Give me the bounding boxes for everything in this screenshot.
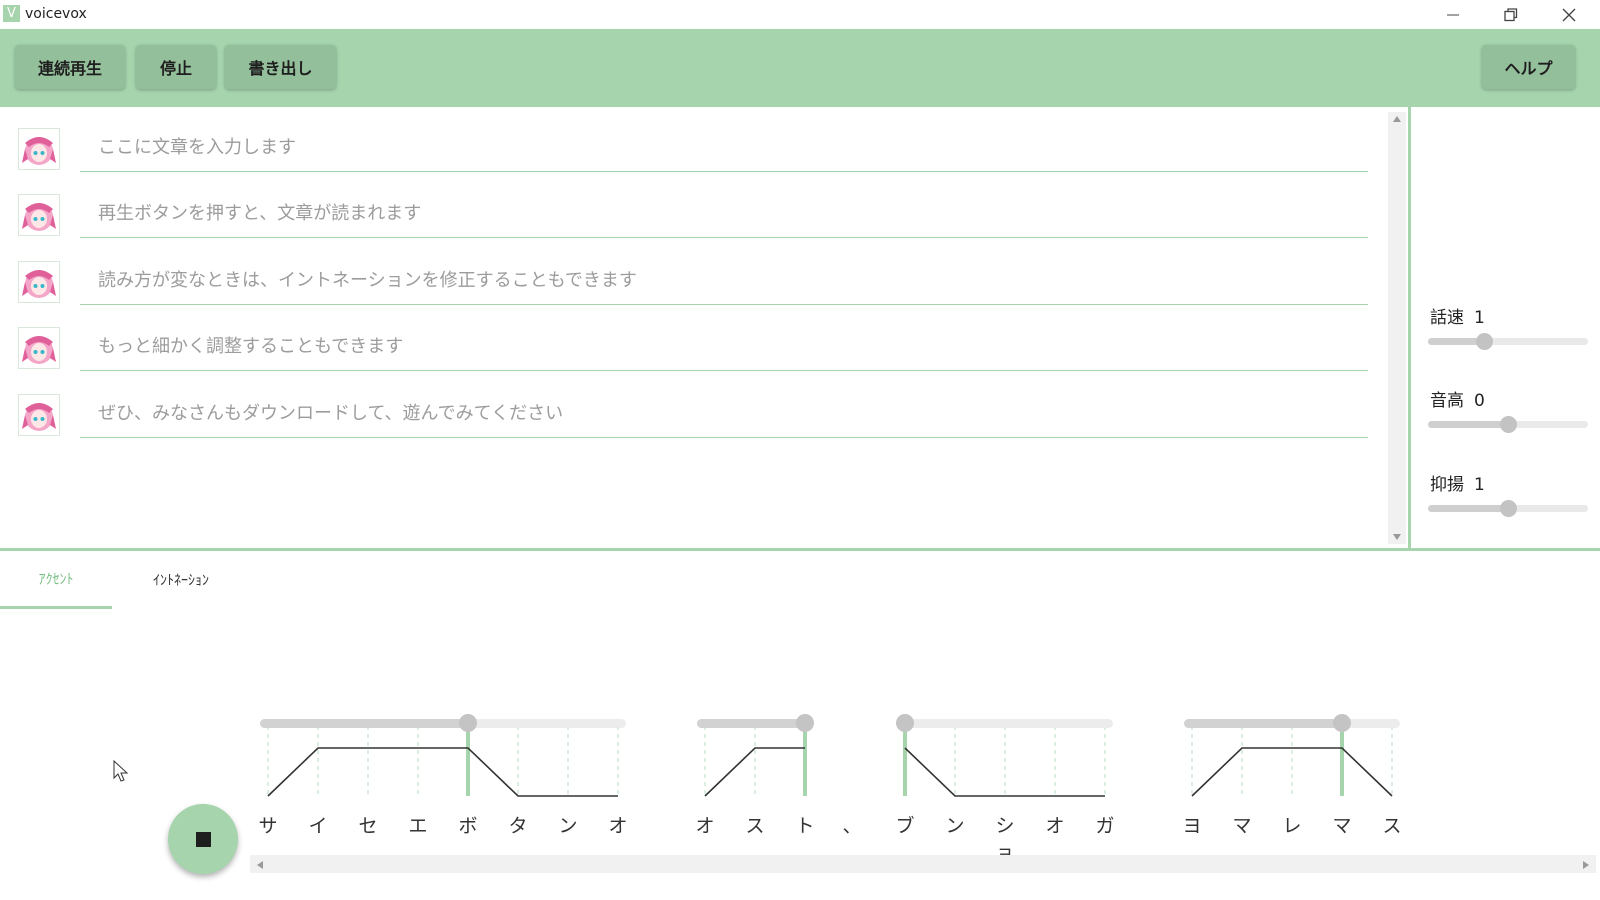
mora-label[interactable]: ン xyxy=(940,811,970,838)
accent-slider[interactable] xyxy=(897,719,1113,728)
title-bar: V voicevox xyxy=(0,0,1600,29)
slider-thumb[interactable] xyxy=(1500,500,1517,517)
character-avatar[interactable] xyxy=(18,394,60,436)
text-input[interactable] xyxy=(80,257,1368,305)
arrow-left-icon[interactable] xyxy=(256,860,264,870)
tab-intonation[interactable]: ｲﾝﾄﾈｰｼｮﾝ xyxy=(126,551,236,609)
pitch-slider[interactable] xyxy=(1428,416,1588,433)
accent-slider-thumb[interactable] xyxy=(896,714,914,732)
character-avatar[interactable] xyxy=(18,194,60,236)
mora-label[interactable]: ン xyxy=(553,811,583,838)
accent-pitch-line xyxy=(267,747,618,797)
intonation-label: 抑揚 1 xyxy=(1430,475,1485,495)
mora-label[interactable]: オ xyxy=(690,811,720,838)
text-input[interactable] xyxy=(80,124,1368,172)
accent-slider-fill xyxy=(260,719,468,728)
horizontal-scrollbar[interactable] xyxy=(250,855,1596,873)
mora-label[interactable]: ト xyxy=(790,811,820,838)
vertical-scrollbar[interactable] xyxy=(1388,112,1406,544)
accent-slider-fill xyxy=(1184,719,1342,728)
mora-label[interactable]: ガ xyxy=(1090,811,1120,838)
mora-label[interactable]: サ xyxy=(253,811,283,838)
accent-pitch-line xyxy=(904,747,1105,797)
mora-label[interactable]: ブ xyxy=(890,811,920,838)
text-input[interactable] xyxy=(80,390,1368,438)
accent-slider-thumb[interactable] xyxy=(1333,714,1351,732)
intonation-slider[interactable] xyxy=(1428,500,1588,517)
arrow-right-icon[interactable] xyxy=(1582,860,1590,870)
minimize-icon xyxy=(1447,14,1459,15)
mora-label[interactable]: エ xyxy=(403,811,433,838)
arrow-down-icon[interactable] xyxy=(1392,533,1402,541)
export-button[interactable]: 書き出し xyxy=(225,45,336,89)
app-icon: V xyxy=(3,5,20,22)
arrow-up-icon[interactable] xyxy=(1392,115,1402,123)
mora-label[interactable]: ボ xyxy=(453,811,483,838)
minimize-button[interactable] xyxy=(1430,0,1476,29)
slider-thumb[interactable] xyxy=(1476,333,1493,350)
text-input[interactable] xyxy=(80,323,1368,371)
text-row xyxy=(0,257,1380,317)
accent-slider-thumb[interactable] xyxy=(459,714,477,732)
tab-accent[interactable]: ｱｸｾﾝﾄ xyxy=(0,551,112,609)
parameter-panel: 話速 1 音高 0 抑揚 1 xyxy=(1411,107,1600,549)
mora-label[interactable]: 、 xyxy=(837,811,867,838)
mouse-cursor xyxy=(113,760,129,782)
pitch-label: 音高 0 xyxy=(1430,391,1485,411)
toolbar: 連続再生 停止 書き出し ヘルプ xyxy=(0,29,1600,107)
mora-label[interactable]: オ xyxy=(1040,811,1070,838)
close-icon xyxy=(1562,8,1576,21)
stop-icon xyxy=(195,831,211,847)
mora-label[interactable]: マ xyxy=(1227,811,1257,838)
help-button[interactable]: ヘルプ xyxy=(1482,45,1575,89)
speed-label: 話速 1 xyxy=(1430,308,1485,328)
mora-label[interactable]: イ xyxy=(303,811,333,838)
window-title: voicevox xyxy=(25,6,87,22)
accent-slider-fill xyxy=(697,719,805,728)
continuous-play-button[interactable]: 連続再生 xyxy=(15,45,125,89)
mora-label[interactable]: ス xyxy=(1377,811,1407,838)
restore-icon xyxy=(1504,7,1518,21)
accent-pitch-line xyxy=(704,747,805,797)
text-row xyxy=(0,124,1380,184)
slider-thumb[interactable] xyxy=(1500,416,1517,433)
mora-label[interactable]: ス xyxy=(740,811,770,838)
text-input[interactable] xyxy=(80,190,1368,238)
mora-label[interactable]: レ xyxy=(1277,811,1307,838)
text-list xyxy=(0,107,1385,547)
stop-play-button[interactable] xyxy=(168,804,238,874)
accent-slider-thumb[interactable] xyxy=(796,714,814,732)
mora-label[interactable]: セ xyxy=(353,811,383,838)
mora-label[interactable]: タ xyxy=(503,811,533,838)
close-button[interactable] xyxy=(1546,0,1592,29)
speed-slider[interactable] xyxy=(1428,333,1588,350)
mora-label[interactable]: ヨ xyxy=(1177,811,1207,838)
character-avatar[interactable] xyxy=(18,261,60,303)
accent-pitch-line xyxy=(1191,747,1393,797)
character-avatar[interactable] xyxy=(18,327,60,369)
text-row xyxy=(0,323,1380,383)
mora-label[interactable]: マ xyxy=(1327,811,1357,838)
stop-button[interactable]: 停止 xyxy=(136,45,216,89)
character-avatar[interactable] xyxy=(18,128,60,170)
text-row xyxy=(0,190,1380,250)
restore-button[interactable] xyxy=(1488,0,1534,29)
text-row xyxy=(0,390,1380,450)
mora-label[interactable]: オ xyxy=(603,811,633,838)
tab-bar: ｱｸｾﾝﾄ ｲﾝﾄﾈｰｼｮﾝ xyxy=(0,551,1600,611)
